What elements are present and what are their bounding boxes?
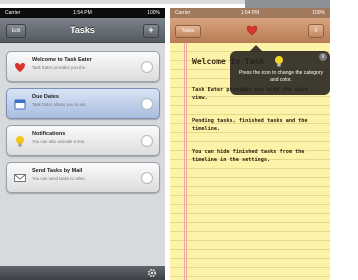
task-title: Send Tasks by Mail (32, 168, 83, 174)
close-icon[interactable]: x (319, 53, 327, 61)
calendar-icon (14, 99, 26, 110)
decorative-band (0, 0, 245, 4)
category-tooltip: x Press the icon to change the category … (230, 45, 330, 95)
tooltip-text: Press the icon to change the category an… (239, 70, 323, 83)
back-to-tasks-button[interactable]: Tasks (175, 25, 201, 38)
complete-checkbox[interactable] (141, 135, 153, 147)
add-task-button[interactable]: + (143, 24, 159, 38)
task-title: Notifications (32, 131, 66, 137)
task-title: Welcome to Task Eater (32, 57, 92, 63)
heart-icon (15, 63, 25, 72)
tooltip-arrow (250, 45, 262, 51)
detail-navigation-bar: Tasks ≡ (170, 18, 330, 44)
note-detail-screen: Carrier 1:54 PM 100% Tasks ≡ Welcome to … (170, 8, 330, 280)
lightbulb-icon (275, 56, 283, 67)
task-cell[interactable]: Send Tasks by Mail You can send tasks to… (6, 162, 160, 193)
status-bar: Carrier 1:54 PM 100% (170, 8, 330, 18)
bottom-toolbar (0, 266, 165, 280)
task-subtitle: Task Eater provides you the (32, 65, 86, 70)
task-cell[interactable]: Notifications You can also activate a te… (6, 125, 160, 156)
task-subtitle: Task Eater allows you to set (32, 102, 86, 107)
status-time: 1:54 PM (73, 10, 92, 16)
heart-icon[interactable] (245, 23, 259, 37)
task-subtitle: You can send tasks to other (32, 176, 85, 181)
task-title: Due Dates (32, 94, 59, 100)
note-paragraph: You can hide finished tasks from the tim… (192, 149, 305, 163)
page-title: Tasks (70, 25, 95, 35)
battery-label: 100% (147, 10, 160, 16)
tasks-navigation-bar: Edit Tasks + (0, 18, 165, 43)
complete-checkbox[interactable] (141, 98, 153, 110)
task-cell[interactable]: Due Dates Task Eater allows you to set (6, 88, 160, 119)
gear-icon[interactable] (147, 268, 157, 278)
margin-line (186, 43, 187, 280)
battery-label: 100% (312, 10, 325, 16)
tasks-screen: Carrier 1:54 PM 100% Edit Tasks + Welcom… (0, 8, 165, 280)
lightbulb-icon (16, 136, 24, 147)
complete-checkbox[interactable] (141, 61, 153, 73)
mail-icon (14, 174, 26, 182)
menu-button[interactable]: ≡ (308, 24, 324, 38)
decorative-band-dark (245, 0, 330, 8)
task-subtitle: You can also activate a text (32, 139, 85, 144)
note-paragraph: Pending tasks, finished tasks and the ti… (192, 118, 308, 132)
margin-line (184, 43, 185, 280)
complete-checkbox[interactable] (141, 172, 153, 184)
status-time: 1:54 PM (240, 10, 260, 16)
task-cell[interactable]: Welcome to Task Eater Task Eater provide… (6, 51, 160, 82)
status-bar: Carrier 1:54 PM 100% (0, 8, 165, 18)
